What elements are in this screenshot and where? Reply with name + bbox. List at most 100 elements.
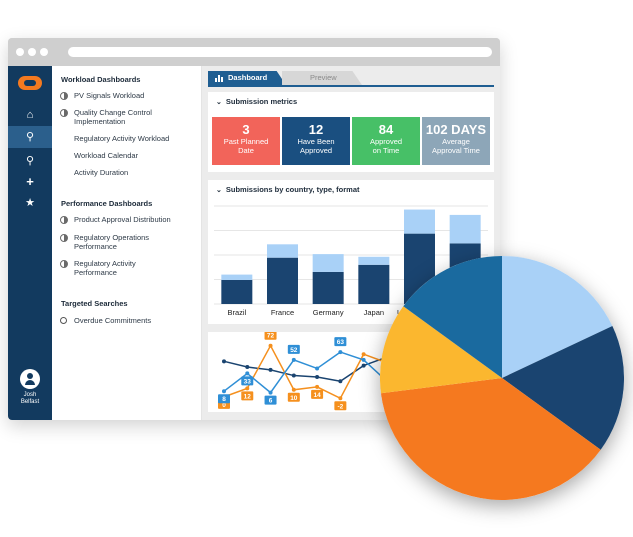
data-label: 33 — [244, 378, 252, 385]
data-label: 12 — [244, 393, 252, 400]
data-point — [245, 371, 250, 376]
data-point — [315, 366, 320, 371]
plus-icon[interactable]: + — [8, 171, 52, 193]
data-point — [222, 389, 226, 394]
data-point — [291, 357, 296, 362]
search-icon — [60, 317, 67, 324]
data-label: 8 — [222, 396, 226, 403]
nav-section-title: Workload Dashboards — [61, 75, 141, 84]
pie-chart-icon — [60, 260, 68, 268]
tab-dashboard[interactable]: Dashboard — [208, 71, 286, 85]
data-label: 14 — [313, 392, 321, 399]
data-label: 72 — [267, 333, 275, 340]
data-point — [361, 357, 366, 362]
data-point — [338, 396, 343, 401]
bar — [312, 254, 344, 272]
metric-caption: Past Planned — [223, 137, 269, 146]
card-header[interactable]: ⌄ Submission metrics — [216, 97, 297, 106]
x-tick-label: Germany — [313, 308, 344, 317]
metric-caption: Approval Time — [432, 146, 480, 155]
pie-chart-icon — [60, 109, 68, 117]
nav-item-label: Performance — [74, 267, 117, 277]
metric-caption: Have Been — [297, 137, 335, 146]
data-point — [338, 379, 343, 384]
card-title: Submission metrics — [225, 97, 298, 106]
bar — [449, 214, 481, 244]
nav-item-label: Workload Calendar — [74, 151, 139, 160]
data-label: -2 — [337, 403, 343, 410]
bar — [267, 257, 298, 304]
nav-section-title: Performance Dashboards — [61, 199, 153, 208]
tab-preview[interactable]: Preview — [282, 71, 362, 85]
address-bar[interactable] — [68, 47, 492, 57]
metric-value: 102 DAYS — [425, 122, 487, 137]
metric-tile[interactable]: 102 DAYS Average Approval Time — [422, 117, 490, 165]
data-point — [222, 359, 226, 364]
left-rail: ⌂ ⚲ ⚲ + ★ Josh Belfast — [8, 66, 52, 420]
metric-caption: Date — [238, 146, 254, 155]
nav-item-label: Activity Duration — [74, 168, 129, 177]
metric-value: 84 — [378, 122, 394, 137]
bar — [221, 274, 253, 280]
metric-caption: Average — [442, 137, 470, 146]
data-point — [268, 390, 273, 395]
home-icon[interactable]: ⌂ — [8, 104, 52, 126]
window-dot[interactable] — [16, 48, 24, 56]
pie-chart-icon — [60, 234, 68, 242]
compass-icon[interactable]: ⚲ — [8, 126, 52, 148]
user-first-name: Josh — [23, 392, 37, 398]
nav-item-label: Overdue Commitments — [74, 316, 152, 325]
marketing-composite: ⌂ ⚲ ⚲ + ★ Josh Belfast Workload Dashboar… — [0, 0, 633, 537]
user-last-name: Belfast — [20, 399, 40, 405]
nav-item-label: PV Signals Workload — [74, 91, 145, 100]
nav-item-label: Performance — [74, 241, 117, 251]
metric-caption: Approved — [369, 137, 403, 146]
window-dot[interactable] — [28, 48, 36, 56]
data-label: 10 — [290, 395, 298, 402]
bar — [404, 209, 435, 234]
pie-chart-icon — [60, 216, 68, 224]
pie-chart-icon — [60, 92, 68, 100]
data-point — [338, 350, 343, 355]
pie-chart — [380, 256, 624, 500]
metric-caption: Approved — [299, 146, 333, 155]
submission-metrics-card: ⌄ Submission metrics 3 Past Planned Date 12 H… — [208, 92, 494, 172]
data-label: 6 — [269, 398, 273, 405]
metric-tile[interactable]: 84 Approved on Time — [352, 117, 420, 165]
nav-item-label: Product Approval Distribution — [74, 215, 171, 224]
star-icon[interactable]: ★ — [8, 192, 52, 214]
bar — [312, 271, 344, 304]
metric-caption: on Time — [372, 146, 400, 155]
data-point — [361, 363, 366, 368]
data-point — [361, 352, 366, 357]
bar — [267, 244, 298, 258]
user-menu[interactable]: Josh Belfast — [8, 369, 52, 406]
dashboard-nav-panel: Workload Dashboards PV Signals Workload … — [52, 66, 202, 420]
data-point — [291, 373, 296, 378]
data-point — [245, 365, 250, 370]
data-point — [245, 386, 250, 391]
metric-value: 3 — [242, 122, 250, 137]
tab-underline — [208, 85, 494, 87]
app-logo[interactable] — [18, 76, 42, 90]
metric-tile[interactable]: 12 Have Been Approved — [282, 117, 350, 165]
magnified-pie-chart — [380, 256, 624, 500]
nav-item-label: Regulatory Activity Workload — [74, 134, 170, 143]
window-dot[interactable] — [40, 48, 48, 56]
nav-section-title: Targeted Searches — [61, 299, 128, 308]
bar — [221, 279, 253, 304]
browser-titlebar — [8, 38, 500, 66]
chevron-down-icon: ⌄ — [216, 99, 222, 106]
data-point — [315, 374, 320, 379]
search-icon[interactable]: ⚲ — [8, 150, 52, 172]
tab-preview-label: Preview — [310, 73, 337, 82]
avatar-icon — [20, 369, 40, 389]
data-point — [268, 343, 273, 348]
data-point — [268, 367, 273, 372]
metric-value: 12 — [308, 122, 324, 137]
data-point — [315, 384, 320, 389]
metric-tile[interactable]: 3 Past Planned Date — [212, 117, 280, 165]
x-tick-label: France — [271, 308, 294, 317]
bar-chart-icon — [215, 75, 223, 82]
tab-dashboard-label: Dashboard — [228, 73, 268, 82]
